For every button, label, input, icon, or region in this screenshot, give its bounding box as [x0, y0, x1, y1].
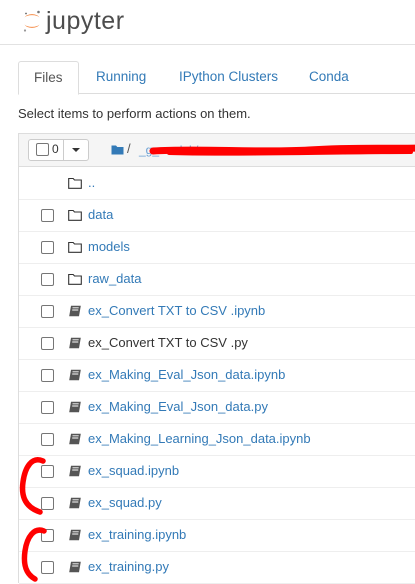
file-name[interactable]: ex_Making_Eval_Json_data.py [88, 399, 268, 414]
file-icon [68, 561, 82, 576]
notebook-icon [68, 433, 82, 448]
list-item-parent[interactable]: .. [19, 167, 415, 200]
jupyter-logo-text: jupyter [46, 7, 125, 35]
header: jupyter [0, 0, 415, 44]
list-item[interactable]: models [19, 231, 415, 264]
selection-hint: Select items to perform actions on them. [18, 106, 251, 121]
file-name[interactable]: data [88, 207, 113, 222]
row-checkbox[interactable] [41, 337, 54, 350]
file-name[interactable]: ex_Making_Learning_Json_data.ipynb [88, 431, 311, 446]
notebook-icon [68, 305, 82, 320]
file-icon [68, 401, 82, 416]
notebook-icon [68, 369, 82, 384]
file-name[interactable]: ex_Making_Eval_Json_data.ipynb [88, 367, 285, 382]
header-divider [0, 44, 415, 45]
file-icon [68, 497, 82, 512]
tab-running[interactable]: Running [81, 61, 161, 92]
list-item[interactable]: ex_training.ipynb [19, 519, 415, 552]
list-item[interactable]: data [19, 199, 415, 232]
annotation-bracket-training [21, 527, 47, 582]
file-name[interactable]: ex_training.ipynb [88, 527, 186, 542]
list-item[interactable]: ex_Convert TXT to CSV .ipynb [19, 295, 415, 328]
row-checkbox[interactable] [41, 273, 54, 286]
list-item[interactable]: ex_Convert TXT to CSV .py [19, 327, 415, 360]
folder-icon [68, 209, 82, 224]
caret-down-icon [72, 148, 80, 152]
row-checkbox[interactable] [41, 305, 54, 318]
folder-icon [68, 241, 82, 256]
tab-conda[interactable]: Conda [294, 61, 364, 92]
folder-icon [68, 177, 82, 192]
row-checkbox[interactable] [41, 209, 54, 222]
list-item[interactable]: ex_Making_Eval_Json_data.py [19, 391, 415, 424]
jupyter-logo[interactable]: jupyter [22, 7, 125, 35]
notebook-icon [68, 529, 82, 544]
file-name[interactable]: ex_Convert TXT to CSV .py [88, 335, 248, 350]
file-name[interactable]: raw_data [88, 271, 141, 286]
tab-bar: Files Running IPython Clusters Conda [18, 61, 415, 95]
list-item[interactable]: ex_squad.ipynb [19, 455, 415, 488]
tab-ipython-clusters[interactable]: IPython Clusters [164, 61, 293, 92]
file-name[interactable]: ex_squad.ipynb [88, 463, 179, 478]
file-name[interactable]: models [88, 239, 130, 254]
folder-open-icon[interactable] [111, 144, 124, 155]
file-name[interactable]: ex_Convert TXT to CSV .ipynb [88, 303, 265, 318]
tab-files[interactable]: Files [18, 61, 79, 95]
list-item[interactable]: ex_Making_Learning_Json_data.ipynb [19, 423, 415, 456]
list-item[interactable]: ex_squad.py [19, 487, 415, 520]
breadcrumb-separator: / [127, 141, 131, 156]
folder-icon [68, 273, 82, 288]
annotation-bracket-squad [19, 457, 46, 515]
file-icon [68, 337, 82, 352]
jupyter-logo-icon [23, 10, 40, 32]
redaction-mark [149, 144, 415, 156]
select-all-checkbox[interactable] [36, 143, 49, 156]
select-all-button[interactable]: 0 [28, 139, 64, 161]
row-checkbox[interactable] [41, 401, 54, 414]
file-list-panel: 0 / _g_model / .. data models raw_data e… [18, 133, 415, 584]
list-item[interactable]: ex_training.py [19, 551, 415, 584]
row-checkbox[interactable] [41, 241, 54, 254]
file-name[interactable]: .. [88, 175, 95, 190]
file-list-toolbar: 0 / _g_model / [19, 134, 415, 167]
row-checkbox[interactable] [41, 433, 54, 446]
row-checkbox[interactable] [41, 369, 54, 382]
file-name[interactable]: ex_squad.py [88, 495, 162, 510]
selected-count: 0 [52, 142, 59, 156]
list-item[interactable]: ex_Making_Eval_Json_data.ipynb [19, 359, 415, 392]
list-item[interactable]: raw_data [19, 263, 415, 296]
notebook-icon [68, 465, 82, 480]
file-name[interactable]: ex_training.py [88, 559, 169, 574]
select-dropdown-button[interactable] [63, 139, 89, 161]
